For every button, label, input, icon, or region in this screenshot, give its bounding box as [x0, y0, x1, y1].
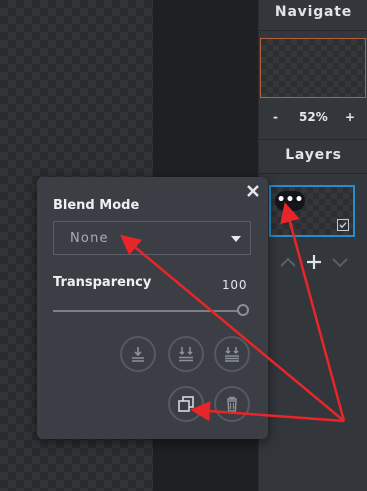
move-layer-down-icon[interactable]	[330, 255, 350, 269]
zoom-in-button[interactable]: +	[345, 110, 355, 124]
trash-icon	[227, 396, 237, 412]
divider	[259, 30, 367, 31]
flatten-button[interactable]	[214, 336, 250, 372]
divider	[259, 173, 367, 174]
blend-mode-popup: Blend Mode None Transparency 100	[37, 177, 268, 439]
layers-title: Layers	[285, 147, 342, 163]
flatten-icon	[225, 347, 239, 362]
navigate-title: Navigate	[274, 4, 353, 20]
transparency-slider-track[interactable]	[53, 310, 241, 312]
add-layer-icon[interactable]	[305, 253, 323, 271]
close-button[interactable]	[246, 183, 260, 197]
delete-layer-button[interactable]	[214, 386, 250, 422]
duplicate-layer-button[interactable]	[168, 386, 204, 422]
blend-mode-select[interactable]: None	[53, 221, 251, 255]
close-icon	[247, 185, 259, 197]
zoom-out-button[interactable]: -	[273, 110, 278, 124]
zoom-controls: - 52% +	[259, 110, 367, 130]
merge-visible-button[interactable]	[168, 336, 204, 372]
transparency-slider-handle[interactable]	[237, 304, 249, 316]
merge-down-icon	[132, 347, 144, 362]
layer-visibility-checkbox[interactable]	[337, 219, 349, 231]
check-icon	[339, 222, 347, 229]
right-panel: Navigate - 52% + Layers •••	[258, 0, 367, 491]
merge-visible-icon	[179, 347, 193, 362]
chevron-down-icon	[231, 236, 241, 242]
layer-controls	[259, 250, 367, 274]
move-layer-up-icon[interactable]	[278, 255, 298, 269]
merge-down-button[interactable]	[120, 336, 156, 372]
navigator-thumbnail[interactable]	[260, 38, 366, 98]
divider	[259, 139, 367, 140]
blend-mode-label: Blend Mode	[53, 198, 140, 213]
layer-thumbnail[interactable]: •••	[269, 185, 355, 237]
duplicate-icon	[178, 396, 194, 412]
zoom-level: 52%	[299, 110, 328, 124]
blend-mode-value: None	[70, 231, 109, 246]
transparency-value: 100	[222, 278, 248, 292]
layer-options-button[interactable]: •••	[275, 191, 305, 211]
transparency-label: Transparency	[53, 275, 152, 290]
